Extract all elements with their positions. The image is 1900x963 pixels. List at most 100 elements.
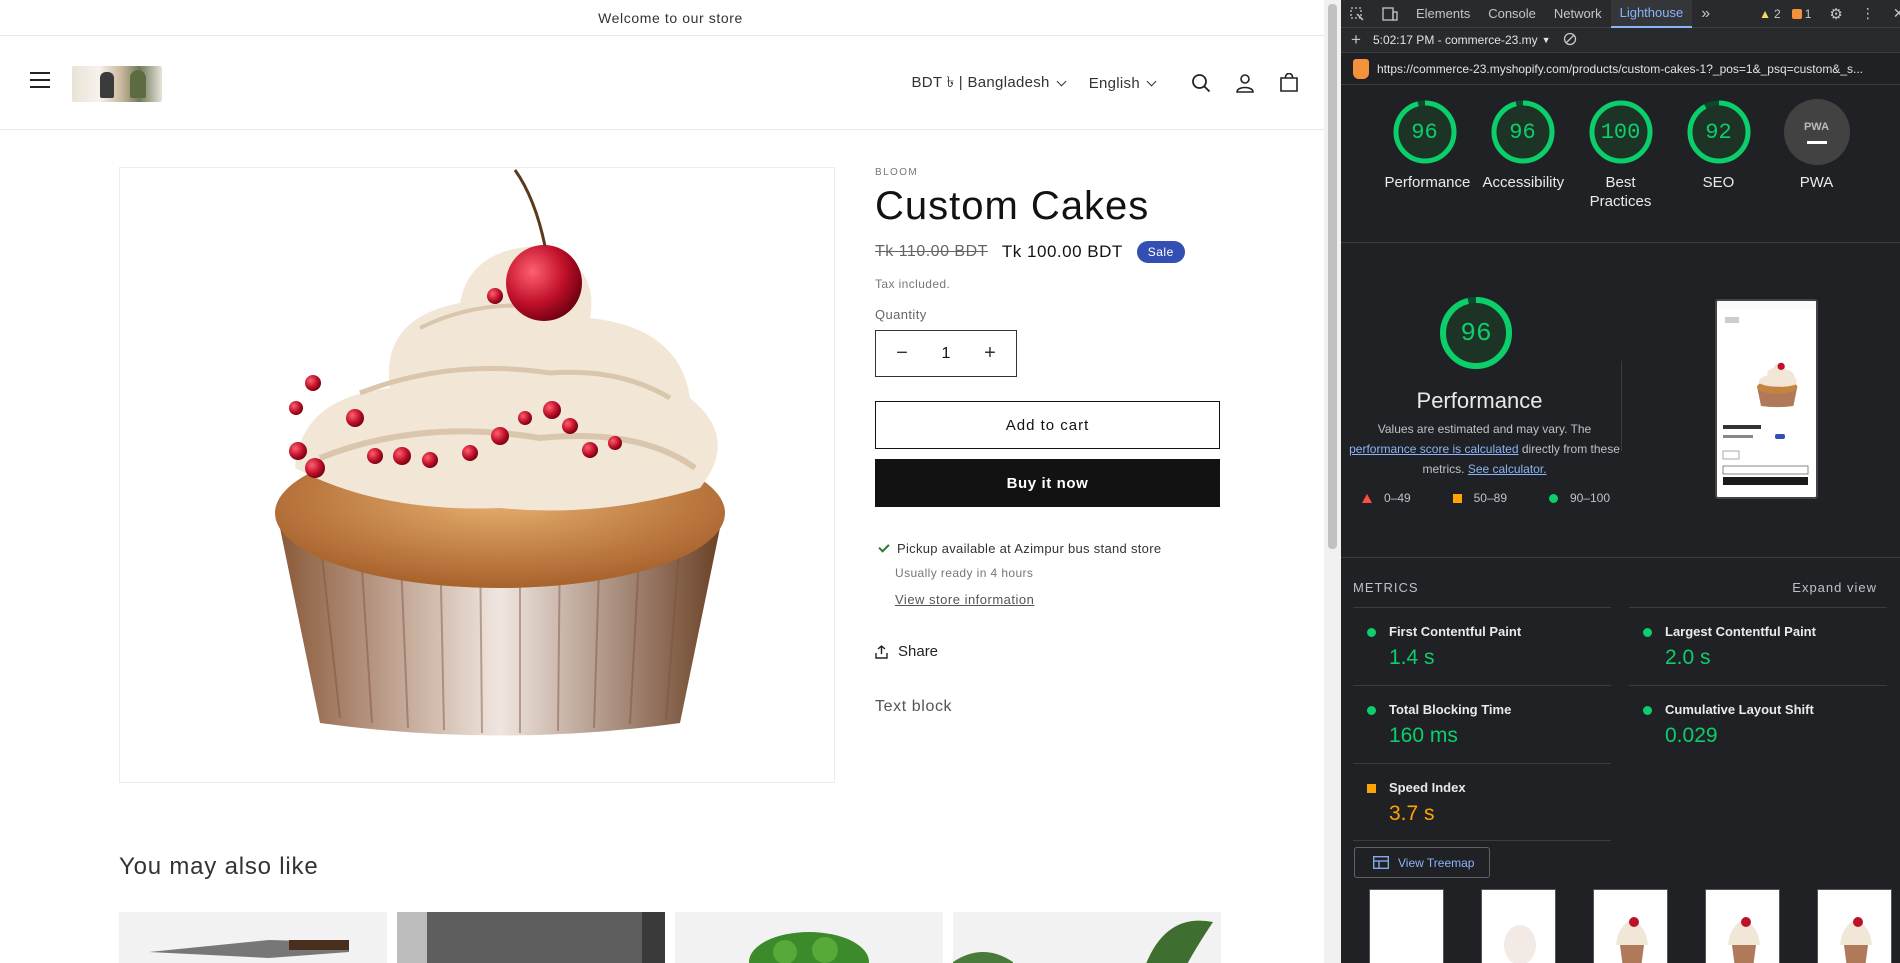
issues-count: 1 (1804, 6, 1812, 21)
metrics-grid: First Contentful Paint 1.4 s Largest Conte… (1341, 595, 1900, 841)
report-time: 5:02:17 PM - commerce-23.my (1372, 33, 1538, 47)
treemap-icon (1373, 856, 1389, 869)
pickup-availability: Pickup available at Azimpur bus stand st… (875, 541, 1220, 556)
score-value: 92 (1705, 119, 1732, 145)
metric-largest-contentful-paint: Largest Contentful Paint 2.0 s (1629, 607, 1887, 685)
metric-first-contentful-paint: First Contentful Paint 1.4 s (1353, 607, 1611, 685)
warnings-counter[interactable]: ▲ 2 1 (1719, 0, 1820, 28)
account-icon[interactable] (1223, 61, 1267, 105)
desc-text: Values are estimated and may vary. The (1377, 422, 1592, 436)
gauge-label: Accessibility (1482, 174, 1565, 191)
report-url-bar: https://commerce-23.myshopify.com/produc… (1341, 53, 1900, 85)
settings-icon[interactable]: ⚙ (1820, 0, 1851, 28)
product-card[interactable] (397, 912, 665, 963)
more-options-icon[interactable]: ⋮ (1852, 0, 1884, 28)
product-card[interactable] (953, 912, 1221, 963)
product-image[interactable] (119, 167, 835, 783)
view-treemap-button[interactable]: View Treemap (1354, 847, 1490, 878)
related-products (119, 912, 1221, 963)
filmstrip-frame (1593, 889, 1668, 963)
menu-icon[interactable] (30, 72, 50, 88)
pass-circle-icon (1367, 706, 1376, 715)
circle-icon (1548, 493, 1558, 503)
quantity-decrease-button[interactable]: − (890, 342, 914, 365)
store-header: BDT ৳ | Bangladesh English (0, 36, 1341, 130)
gauge-label: PWA (1799, 174, 1834, 191)
square-icon (1452, 493, 1462, 503)
metric-name: Cumulative Layout Shift (1665, 702, 1814, 717)
language-selector[interactable]: English (1089, 75, 1157, 92)
gauge-performance[interactable]: 96 Performance (1384, 99, 1471, 242)
score-ring: 96 (1490, 99, 1556, 165)
close-icon[interactable]: ✕ (1884, 0, 1900, 28)
gauge-label: SEO (1702, 174, 1735, 191)
inspect-icon[interactable] (1341, 0, 1373, 28)
quantity-stepper: − 1 + (875, 330, 1017, 377)
score-value: 96 (1509, 119, 1536, 145)
performance-title: Performance (1416, 388, 1543, 413)
tax-note: Tax included. (875, 277, 951, 291)
expand-view-toggle[interactable]: Expand view (1792, 580, 1877, 595)
search-icon[interactable] (1179, 61, 1223, 105)
pwa-badge-icon: PWA (1783, 99, 1850, 165)
tab-lighthouse[interactable]: Lighthouse (1610, 0, 1693, 28)
issues-icon (1791, 8, 1802, 19)
product-info: BLOOM Custom Cakes Tk 110.00 BDT Tk 100.… (875, 167, 1220, 716)
metric-name: First Contentful Paint (1389, 624, 1522, 639)
metric-cumulative-layout-shift: Cumulative Layout Shift 0.029 (1629, 685, 1887, 763)
quantity-input[interactable]: 1 (942, 345, 951, 363)
score-calculated-link[interactable]: performance score is calculated (1349, 442, 1518, 456)
sale-price: Tk 100.00 BDT (1001, 242, 1123, 261)
share-label: Share (898, 643, 939, 660)
gauge-label: Performance (1384, 174, 1471, 191)
final-screenshot[interactable] (1715, 299, 1818, 499)
report-selector[interactable]: 5:02:17 PM - commerce-23.my ▼ (1373, 33, 1551, 47)
quantity-increase-button[interactable]: + (978, 342, 1002, 365)
gauge-best-practices[interactable]: 100 Best Practices (1581, 99, 1661, 242)
gauge-accessibility[interactable]: 96 Accessibility (1482, 99, 1565, 242)
cart-icon[interactable] (1267, 61, 1311, 105)
average-square-icon (1367, 784, 1376, 793)
product-card[interactable] (119, 912, 387, 963)
filmstrip (1369, 889, 1892, 963)
device-toolbar-icon[interactable] (1373, 0, 1407, 28)
clear-icon[interactable] (1563, 32, 1577, 49)
store-page: Welcome to our store BDT ৳ | Bangladesh … (0, 0, 1341, 963)
add-to-cart-button[interactable]: Add to cart (875, 401, 1220, 449)
filmstrip-frame (1369, 889, 1444, 963)
gauge-seo[interactable]: 92 SEO (1679, 99, 1759, 242)
legend-fail: 0–49 (1361, 491, 1411, 505)
gauge-pwa[interactable]: PWA PWA (1777, 99, 1857, 242)
product-card[interactable] (675, 912, 943, 963)
more-tabs-icon[interactable]: » (1692, 0, 1719, 28)
price-row: Tk 110.00 BDT Tk 100.00 BDT Sale (875, 241, 1220, 263)
tab-console[interactable]: Console (1479, 0, 1545, 28)
store-logo[interactable] (72, 66, 162, 102)
share-button[interactable]: Share (875, 643, 1220, 660)
chevron-down-icon (1056, 76, 1067, 86)
pass-circle-icon (1643, 628, 1652, 637)
score-ring: 92 (1686, 99, 1752, 165)
lighthouse-logo-icon (1353, 58, 1369, 79)
warnings-count: 2 (1774, 6, 1781, 21)
see-calculator-link[interactable]: See calculator. (1468, 462, 1547, 476)
currency-label: BDT ৳ | Bangladesh (911, 73, 1050, 91)
scrollbar-thumb[interactable] (1328, 4, 1337, 549)
devtools-panel: Elements Console Network Lighthouse » ▲ … (1341, 0, 1900, 963)
pwa-badge-text: PWA (1803, 120, 1830, 133)
buy-now-button[interactable]: Buy it now (875, 459, 1220, 507)
tab-elements[interactable]: Elements (1407, 0, 1479, 28)
store-info-link[interactable]: View store information (895, 592, 1034, 607)
warning-icon: ▲ (1759, 6, 1772, 21)
compare-at-price: Tk 110.00 BDT (875, 243, 988, 260)
metrics-title: METRICS (1353, 580, 1419, 595)
metric-speed-index: Speed Index 3.7 s (1353, 763, 1611, 841)
announcement-bar: Welcome to our store (0, 0, 1341, 36)
pickup-prefix: Pickup available at (897, 541, 1015, 556)
add-report-icon[interactable]: + (1351, 30, 1361, 50)
currency-selector[interactable]: BDT ৳ | Bangladesh (911, 71, 1067, 96)
metric-value: 160 ms (1389, 724, 1458, 747)
report-url[interactable]: https://commerce-23.myshopify.com/produc… (1377, 62, 1863, 76)
tab-network[interactable]: Network (1545, 0, 1611, 28)
performance-score: 96 (1460, 318, 1492, 348)
